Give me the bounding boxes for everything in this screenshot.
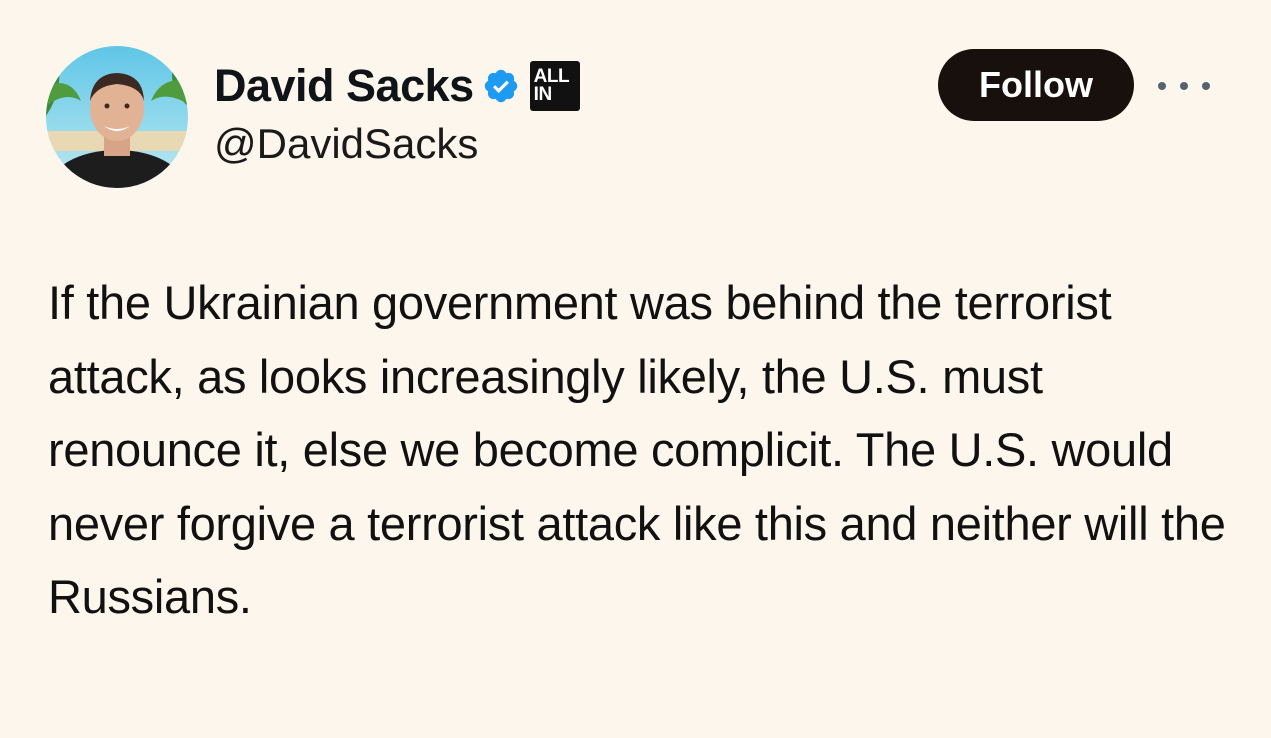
follow-button[interactable]: Follow: [938, 49, 1134, 121]
avatar-image: [46, 46, 188, 188]
avatar[interactable]: [46, 46, 188, 188]
tweet-card: David Sacks ALL IN @DavidSacks Follow If…: [0, 0, 1271, 738]
author-display-name[interactable]: David Sacks: [214, 60, 474, 112]
more-dot: [1180, 82, 1188, 90]
verified-badge-icon[interactable]: [482, 67, 520, 105]
author-name-row: David Sacks ALL IN: [214, 58, 580, 114]
affiliate-badge-line2: IN: [533, 84, 553, 105]
more-options-icon[interactable]: [1158, 72, 1210, 100]
more-dot: [1202, 82, 1210, 90]
more-dot: [1158, 82, 1166, 90]
affiliate-badge[interactable]: ALL IN: [529, 61, 580, 111]
tweet-text: If the Ukrainian government was behind t…: [48, 276, 1226, 623]
author-handle[interactable]: @DavidSacks: [214, 120, 478, 168]
